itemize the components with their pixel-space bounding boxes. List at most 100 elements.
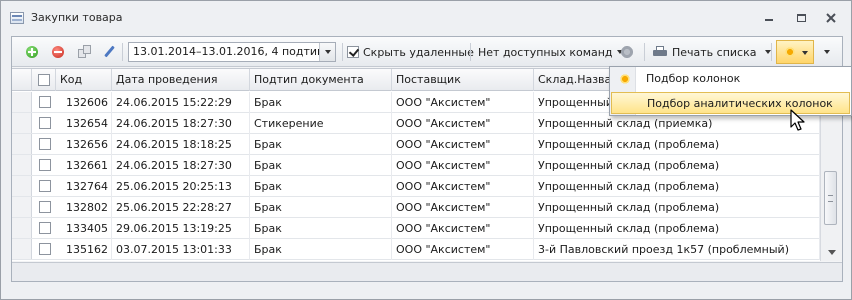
row-indicator[interactable]: [12, 176, 32, 196]
cell-code: 132656: [56, 134, 112, 155]
cell-warehouse: Упрощенный склад (проблема): [534, 176, 820, 197]
row-indicator[interactable]: [12, 113, 32, 133]
cell-supplier: ООО "Аксистем": [392, 197, 534, 218]
cell-code: 132764: [56, 176, 112, 197]
row-checkbox[interactable]: [39, 243, 51, 255]
row-indicator[interactable]: [12, 218, 32, 238]
table-row[interactable]: 132654 24.06.2015 18:27:30 Стикерение ООО "…: [12, 113, 820, 134]
table-row[interactable]: 132661 24.06.2015 18:27:30 Брак ООО "Аксист…: [12, 155, 820, 176]
column-header-date[interactable]: Дата проведения: [112, 69, 250, 91]
cell-subtype: Брак: [250, 218, 392, 239]
toolbar-overflow-button[interactable]: [824, 37, 830, 67]
toolbar-separator: [122, 43, 123, 61]
hide-deleted-checkbox[interactable]: [347, 46, 359, 58]
menu-item-choose-analytic-columns[interactable]: Подбор аналитических колонок: [611, 92, 850, 114]
select-all-checkbox[interactable]: [38, 74, 50, 86]
row-indicator[interactable]: [12, 239, 32, 259]
maximize-icon: [796, 14, 806, 22]
column-chooser-icon: [619, 73, 631, 85]
print-list-button[interactable]: Печать списка: [653, 37, 771, 67]
add-icon: [26, 46, 38, 58]
delete-button[interactable]: [52, 37, 64, 67]
cell-warehouse: 3-й Павловский проезд 1к57 (проблемный): [534, 239, 820, 260]
row-checkbox[interactable]: [39, 201, 51, 213]
commands-label: Нет доступных команд: [478, 45, 613, 59]
row-checkbox[interactable]: [39, 222, 51, 234]
cell-date: 29.06.2015 13:19:25: [112, 218, 250, 239]
cell-warehouse: Упрощенный склад (проблема): [534, 218, 820, 239]
period-select[interactable]: 13.01.2014–13.01.2016, 4 подтипа: [128, 42, 336, 62]
chevron-down-icon: [764, 50, 771, 54]
period-value: 13.01.2014–13.01.2016, 4 подтипа: [133, 45, 331, 58]
select-all-cell[interactable]: [32, 69, 56, 91]
chevron-down-icon: [802, 51, 808, 55]
maximize-button[interactable]: [790, 9, 812, 27]
add-button[interactable]: [26, 37, 38, 67]
period-dropdown-button[interactable]: [319, 43, 335, 61]
cell-warehouse: Упрощенный склад (проблема): [534, 134, 820, 155]
cell-supplier: ООО "Аксистем": [392, 176, 534, 197]
cell-subtype: Брак: [250, 176, 392, 197]
column-header-supplier[interactable]: Поставщик: [392, 69, 534, 91]
column-chooser-icon: [784, 46, 796, 58]
cell-date: 24.06.2015 18:27:30: [112, 113, 250, 134]
settings-button[interactable]: [620, 37, 634, 67]
scroll-down-icon[interactable]: [828, 250, 836, 255]
toolbar-separator: [644, 43, 645, 61]
cell-supplier: ООО "Аксистем": [392, 113, 534, 134]
table-row[interactable]: 133405 29.06.2015 13:19:25 Брак ООО "Аксист…: [12, 218, 820, 239]
row-indicator[interactable]: [12, 134, 32, 154]
minimize-icon: [765, 19, 773, 21]
grid-footer: [12, 262, 842, 281]
copy-button[interactable]: [78, 37, 92, 67]
table-row[interactable]: 132802 25.06.2015 22:28:27 Брак ООО "Аксист…: [12, 197, 820, 218]
row-checkbox[interactable]: [39, 117, 51, 129]
menu-item-choose-columns[interactable]: Подбор колонок: [611, 68, 850, 90]
cell-code: 132802: [56, 197, 112, 218]
hide-deleted-toggle[interactable]: Скрыть удаленные: [347, 37, 474, 67]
cell-code: 132606: [56, 92, 112, 113]
printer-icon: [653, 46, 667, 58]
cell-subtype: Брак: [250, 197, 392, 218]
cell-date: 24.06.2015 18:18:25: [112, 134, 250, 155]
edit-button[interactable]: [102, 37, 116, 67]
cell-code: 132654: [56, 113, 112, 134]
minimize-button[interactable]: [758, 9, 780, 27]
cell-subtype: Брак: [250, 239, 392, 260]
row-indicator[interactable]: [12, 155, 32, 175]
close-button[interactable]: [820, 9, 842, 27]
toolbar-separator: [470, 43, 471, 61]
column-chooser-button[interactable]: [776, 40, 814, 64]
cell-supplier: ООО "Аксистем": [392, 134, 534, 155]
cell-subtype: Стикерение: [250, 113, 392, 134]
cell-supplier: ООО "Аксистем": [392, 239, 534, 260]
table-row[interactable]: 135162 03.07.2015 13:01:33 Брак ООО "Аксист…: [12, 239, 820, 260]
window-title: Закупки товара: [31, 11, 123, 24]
table-row[interactable]: 132656 24.06.2015 18:18:25 Брак ООО "Аксист…: [12, 134, 820, 155]
toolbar: 13.01.2014–13.01.2016, 4 подтипа Скрыть …: [12, 37, 842, 67]
table-row[interactable]: 132764 25.06.2015 20:25:13 Брак ООО "Аксист…: [12, 176, 820, 197]
row-indicator[interactable]: [12, 197, 32, 217]
commands-menu-button[interactable]: Нет доступных команд: [478, 37, 623, 67]
row-checkbox[interactable]: [39, 159, 51, 171]
cell-warehouse: Упрощенный склад (проблема): [534, 197, 820, 218]
cell-date: 25.06.2015 22:28:27: [112, 197, 250, 218]
vertical-scrollbar[interactable]: [820, 91, 842, 261]
chevron-down-icon: [824, 50, 830, 54]
column-header-code[interactable]: Код: [56, 69, 112, 91]
cell-subtype: Брак: [250, 92, 392, 113]
row-indicator-header: [12, 69, 32, 91]
row-checkbox[interactable]: [39, 180, 51, 192]
menu-item-label: Подбор колонок: [646, 72, 741, 85]
cell-supplier: ООО "Аксистем": [392, 218, 534, 239]
cell-date: 03.07.2015 13:01:33: [112, 239, 250, 260]
cell-warehouse: Упрощенный склад (приемка): [534, 113, 820, 134]
scrollbar-thumb[interactable]: [824, 171, 837, 225]
row-indicator[interactable]: [12, 92, 32, 112]
print-label: Печать списка: [672, 45, 757, 59]
copy-icon: [78, 45, 92, 59]
cell-date: 24.06.2015 15:22:29: [112, 92, 250, 113]
column-header-subtype[interactable]: Подтип документа: [250, 69, 392, 91]
row-checkbox[interactable]: [39, 138, 51, 150]
row-checkbox[interactable]: [39, 96, 51, 108]
